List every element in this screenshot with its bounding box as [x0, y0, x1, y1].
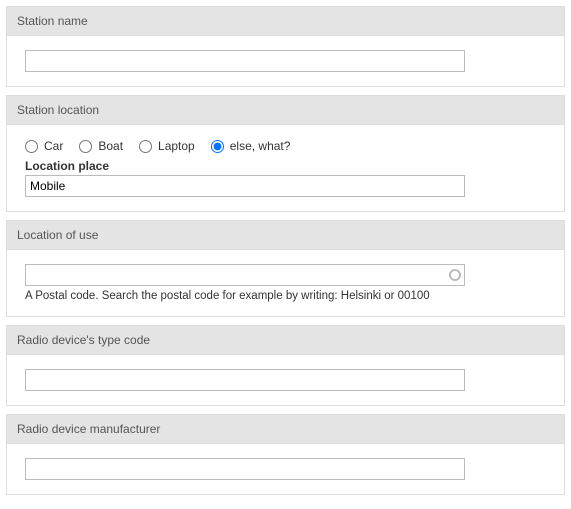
section-header-location-of-use: Location of use [7, 221, 564, 250]
location-of-use-input[interactable] [25, 264, 465, 286]
section-header-type-code: Radio device's type code [7, 326, 564, 355]
radio-else[interactable] [211, 140, 224, 153]
location-place-label: Location place [25, 159, 546, 173]
radio-label-laptop: Laptop [158, 139, 195, 153]
location-place-input[interactable] [25, 175, 465, 197]
section-header-station-name: Station name [7, 7, 564, 36]
section-header-manufacturer: Radio device manufacturer [7, 415, 564, 444]
station-name-input[interactable] [25, 50, 465, 72]
radio-option-else[interactable]: else, what? [211, 139, 291, 153]
type-code-input[interactable] [25, 369, 465, 391]
section-type-code: Radio device's type code [6, 325, 565, 406]
location-of-use-helper: A Postal code. Search the postal code fo… [25, 290, 546, 302]
radio-label-car: Car [44, 139, 63, 153]
radio-label-else: else, what? [230, 139, 291, 153]
radio-option-laptop[interactable]: Laptop [139, 139, 195, 153]
section-header-station-location: Station location [7, 96, 564, 125]
radio-car[interactable] [25, 140, 38, 153]
section-station-name: Station name [6, 6, 565, 87]
loading-spinner-icon [449, 269, 461, 281]
radio-label-boat: Boat [98, 139, 123, 153]
radio-boat[interactable] [79, 140, 92, 153]
section-location-of-use: Location of use A Postal code. Search th… [6, 220, 565, 317]
radio-option-boat[interactable]: Boat [79, 139, 123, 153]
radio-laptop[interactable] [139, 140, 152, 153]
manufacturer-input[interactable] [25, 458, 465, 480]
radio-option-car[interactable]: Car [25, 139, 63, 153]
station-location-radio-group: Car Boat Laptop else, what? [25, 139, 546, 153]
section-manufacturer: Radio device manufacturer [6, 414, 565, 495]
section-station-location: Station location Car Boat Laptop else, w… [6, 95, 565, 212]
